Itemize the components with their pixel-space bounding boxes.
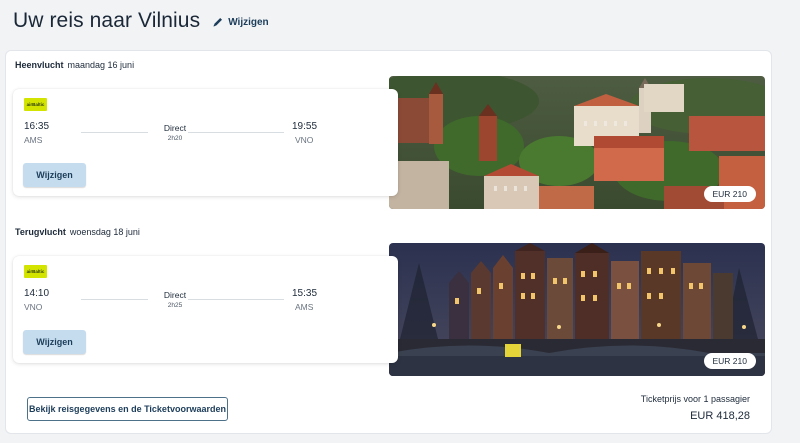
route-line: [188, 132, 284, 133]
return-departure-time: 14:10: [24, 288, 50, 299]
outbound-duration: 2h20: [167, 135, 183, 142]
pencil-icon: [212, 16, 224, 28]
outbound-flight-box: airBaltic 16:35 AMS Direct 2h20 19:55 VN…: [13, 89, 398, 196]
page-header: Uw reis naar Vilnius Wijzigen: [13, 6, 269, 36]
outbound-heading: Heenvlucht maandag 16 juni: [15, 60, 134, 70]
return-duration: 2h25: [167, 302, 183, 309]
outbound-arrival-time: 19:55: [292, 121, 318, 132]
price-note: Ticketprijs voor 1 passagier: [640, 394, 750, 404]
return-heading: Terugvlucht woensdag 18 juni: [15, 227, 140, 237]
amsterdam-photo: EUR 210: [389, 243, 765, 376]
route-line: [188, 299, 284, 300]
outbound-price-badge: EUR 210: [703, 186, 756, 202]
outbound-departure-time: 16:35: [24, 121, 50, 132]
vilnius-destination-photo: EUR 210: [389, 76, 765, 209]
return-arrival-time: 15:35: [292, 288, 318, 299]
outbound-change-button[interactable]: Wijzigen: [23, 163, 86, 187]
return-label: Terugvlucht: [15, 227, 66, 237]
return-arrival-code: AMS: [295, 302, 314, 312]
airline-logo: airBaltic: [24, 98, 47, 111]
route-line: [81, 132, 148, 133]
return-change-button[interactable]: Wijzigen: [23, 330, 86, 354]
return-flight-box: airBaltic 14:10 VNO Direct 2h25 15:35 AM…: [13, 256, 398, 363]
return-departure-code: VNO: [24, 302, 43, 312]
return-price-badge: EUR 210: [703, 353, 756, 369]
edit-trip-link[interactable]: Wijzigen: [212, 16, 269, 28]
total-price: EUR 418,28: [690, 410, 750, 422]
outbound-label: Heenvlucht: [15, 60, 64, 70]
page-title: Uw reis naar Vilnius: [13, 9, 201, 32]
outbound-date: maandag 16 juni: [67, 60, 135, 70]
edit-trip-label: Wijzigen: [228, 16, 269, 28]
outbound-departure-code: AMS: [24, 135, 43, 145]
view-details-button[interactable]: Bekijk reisgegevens en de Ticketvoorwaar…: [27, 397, 228, 421]
outbound-arrival-code: VNO: [295, 135, 314, 145]
trip-summary-card: Heenvlucht maandag 16 juni EUR 210 airBa…: [5, 50, 772, 434]
return-date: woensdag 18 juni: [69, 227, 140, 237]
airline-logo: airBaltic: [24, 265, 47, 278]
route-line: [81, 299, 148, 300]
